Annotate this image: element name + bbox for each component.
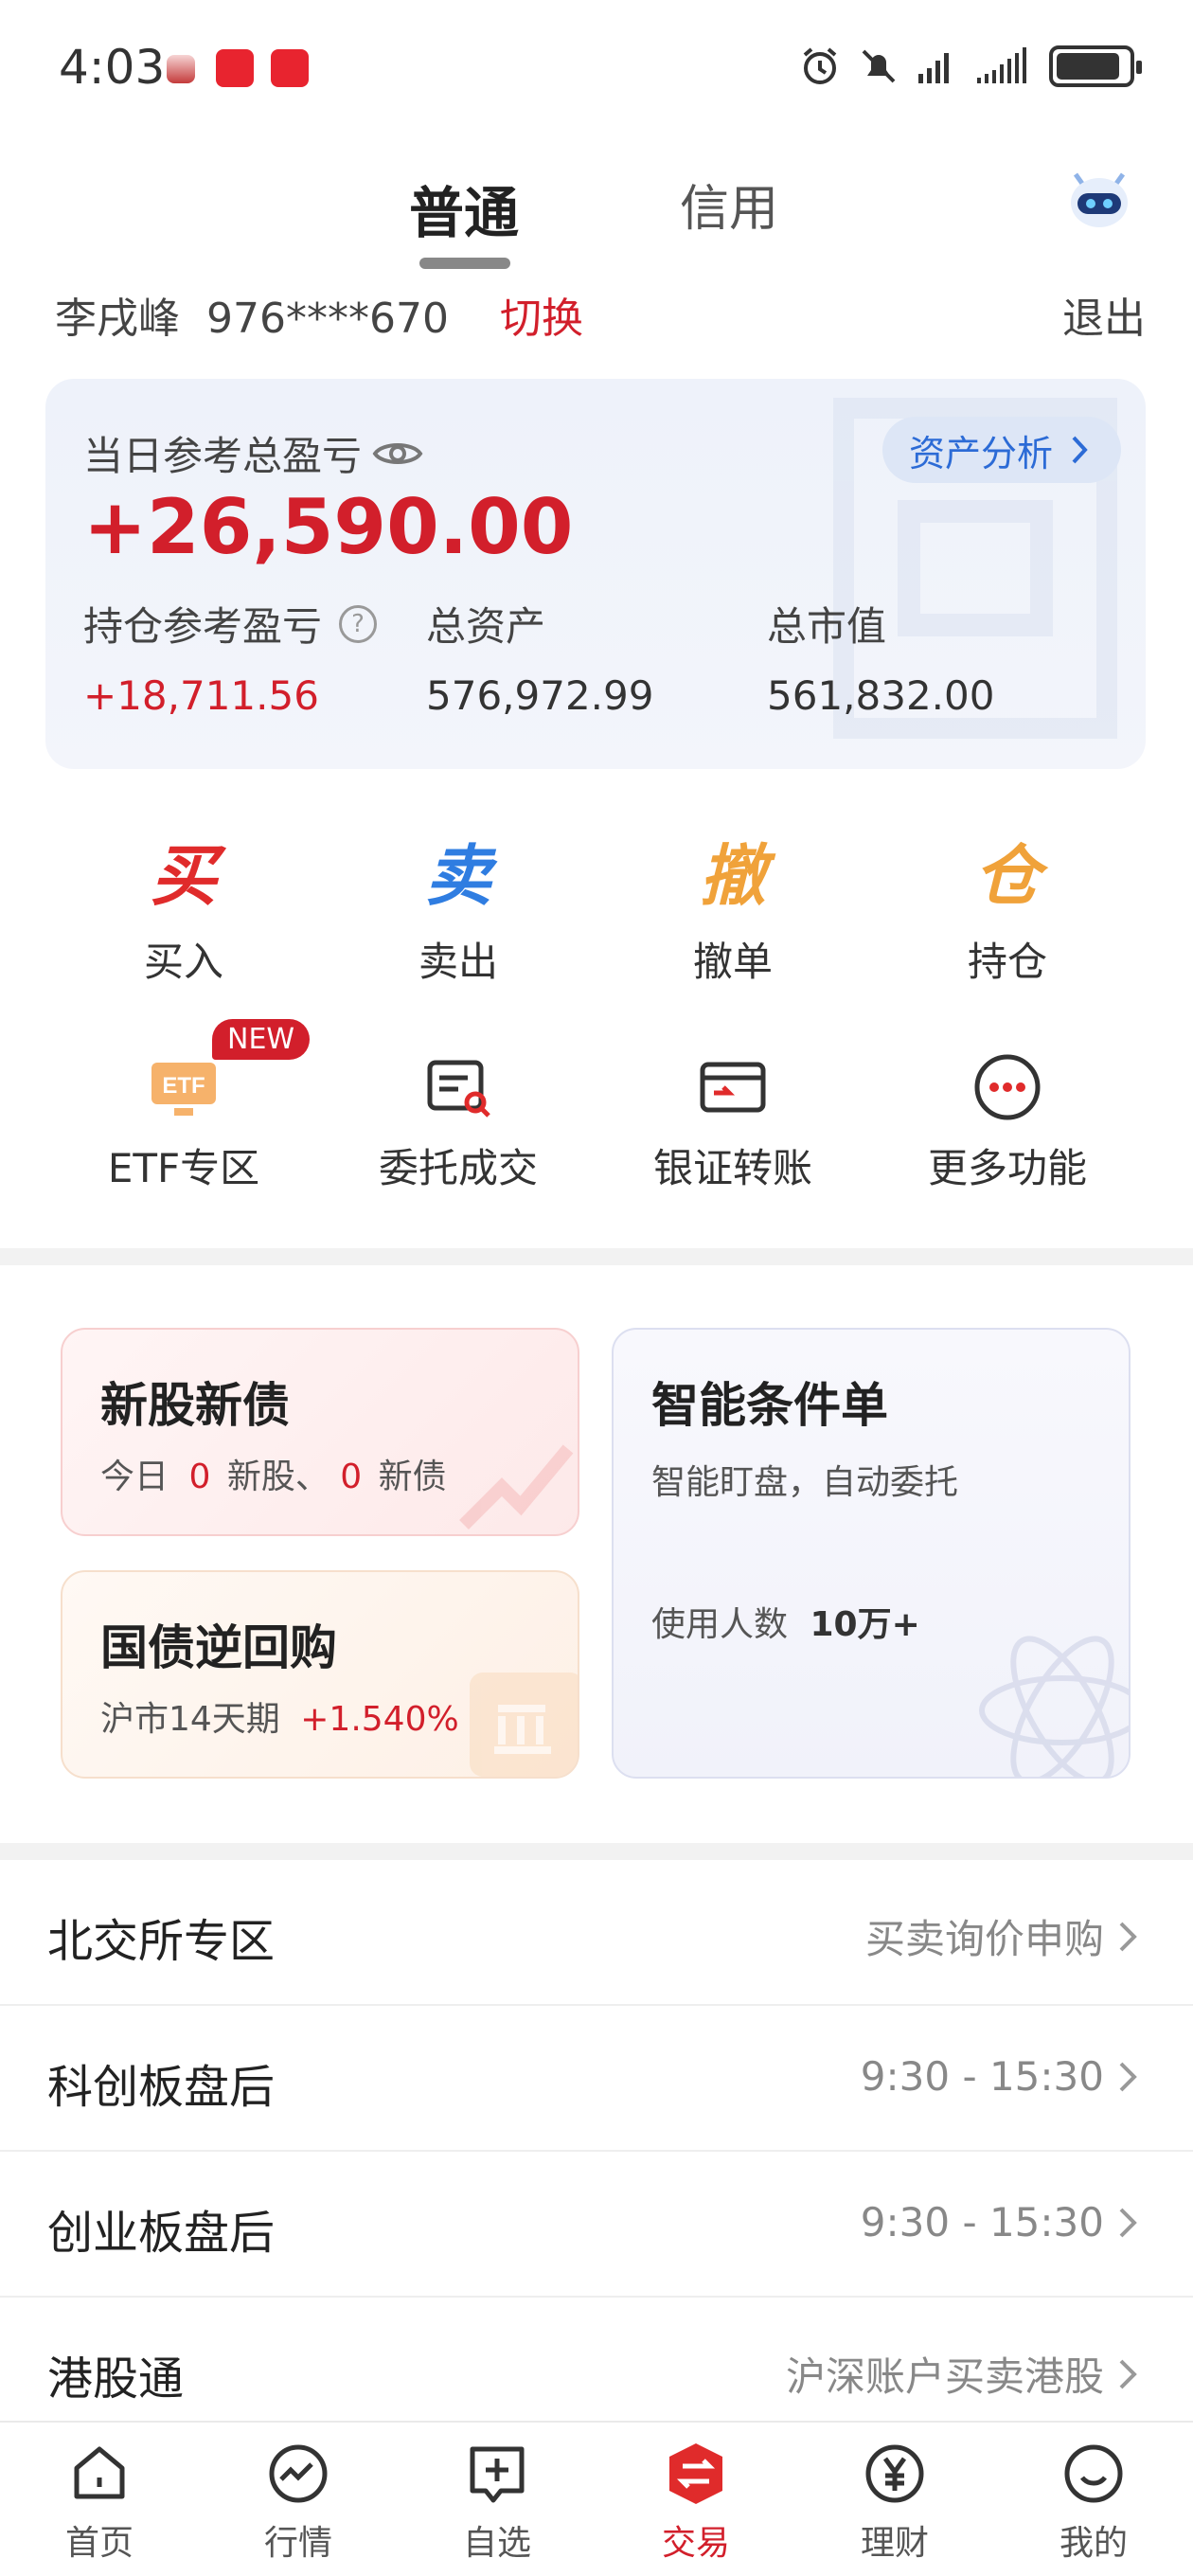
signal-icon-2 [977, 47, 1026, 83]
help-icon[interactable]: ? [339, 604, 378, 643]
xiaohongshu-icon [271, 49, 309, 87]
total-assets-value: 576,972.99 [426, 672, 654, 719]
alarm-icon [803, 47, 837, 84]
nav-market[interactable]: 行情 [199, 2440, 398, 2565]
ipo-card[interactable]: 新股新债 今日 0 新股、 0 新债 [61, 1328, 579, 1536]
chevron-right-icon [1119, 2062, 1137, 2091]
tab-credit[interactable]: 信用 [680, 169, 778, 240]
battery-icon [1049, 45, 1142, 87]
account-info: 李戌峰 976****670 切换 [55, 284, 583, 345]
account-tabs: 普通 信用 [0, 152, 1193, 275]
smart-order-subtitle: 智能盯盘，自动委托 [651, 1463, 959, 1502]
status-time: 4:03 [59, 40, 166, 95]
trend-chart-icon [459, 1444, 574, 1530]
svg-text:ETF: ETF [162, 1073, 205, 1099]
orders-trades-button[interactable]: 委托成交 [316, 1025, 600, 1194]
new-badge: NEW [212, 1019, 311, 1060]
chevron-right-icon [1072, 436, 1088, 464]
list-item-chinext-after-hours[interactable]: 创业板盘后 9:30 - 15:30 [0, 2152, 1193, 2298]
logout-button[interactable]: 退出 [1062, 284, 1146, 345]
more-icon [974, 1054, 1041, 1120]
notification-icon [167, 55, 195, 83]
sell-icon: 卖 [425, 837, 491, 915]
asset-summary-card: 当日参考总盈亏 +26,590.00 资产分析 持仓参考盈亏 ? +18,711… [45, 379, 1146, 769]
nav-me[interactable]: 我的 [994, 2440, 1193, 2565]
status-bar: 4:03 [0, 0, 1193, 133]
daily-pl-label: 当日参考总盈亏 [83, 424, 424, 482]
card-icon [700, 1062, 766, 1113]
cancel-order-button[interactable]: 撤 撤单 [591, 833, 875, 988]
market-value-value: 561,832.00 [767, 672, 995, 719]
robot-assistant-icon[interactable] [1059, 161, 1140, 242]
status-icons [799, 45, 1142, 87]
nav-wealth[interactable]: 理财 [795, 2440, 994, 2565]
section-divider [0, 1843, 1193, 1860]
bank-icon [470, 1673, 578, 1777]
signal-icon [918, 53, 949, 83]
reverse-repo-subtitle: 沪市14天期 +1.540% [100, 1700, 459, 1739]
add-watchlist-icon [470, 2446, 525, 2503]
section-divider [0, 1248, 1193, 1265]
market-icon [269, 2444, 328, 2503]
nav-home[interactable]: 首页 [0, 2440, 199, 2565]
asset-analysis-button[interactable]: 资产分析 [881, 417, 1121, 483]
reverse-repo-card[interactable]: 国债逆回购 沪市14天期 +1.540% [61, 1570, 579, 1779]
tab-normal[interactable]: 普通 [409, 169, 519, 248]
tab-indicator [419, 258, 510, 269]
list-item-bse[interactable]: 北交所专区 买卖询价申购 [0, 1860, 1193, 2006]
bank-transfer-button[interactable]: 银证转账 [591, 1025, 875, 1194]
xiaohongshu-icon [216, 49, 254, 87]
eye-icon[interactable] [371, 435, 424, 473]
nav-trade[interactable]: 交易 [596, 2440, 795, 2565]
market-value-label: 总市值 [767, 603, 887, 650]
cancel-order-icon: 撤 [700, 837, 766, 915]
chevron-right-icon [1119, 1922, 1137, 1951]
smart-order-title: 智能条件单 [651, 1378, 888, 1433]
daily-pl-value: +26,590.00 [83, 483, 574, 571]
ipo-subtitle: 今日 0 新股、 0 新债 [100, 1458, 447, 1496]
total-assets-label: 总资产 [426, 603, 546, 650]
home-icon [74, 2446, 125, 2499]
bottom-navigation: 首页 行情 自选 交易 理财 我的 [0, 2421, 1193, 2576]
switch-account-button[interactable]: 切换 [500, 295, 583, 343]
list-item-star-after-hours[interactable]: 科创板盘后 9:30 - 15:30 [0, 2006, 1193, 2152]
account-name: 李戌峰 [55, 295, 180, 343]
smart-order-users: 使用人数 10万+ [651, 1605, 920, 1644]
order-search-icon [427, 1060, 490, 1118]
smile-icon [1064, 2444, 1123, 2503]
smart-order-card[interactable]: 智能条件单 智能盯盘，自动委托 使用人数 10万+ [612, 1328, 1131, 1779]
trade-icon [669, 2443, 722, 2504]
reverse-repo-title: 国债逆回购 [100, 1620, 337, 1675]
etf-zone-button[interactable]: NEW ETF ETF专区 [42, 1019, 326, 1194]
ipo-title: 新股新债 [100, 1378, 290, 1433]
position-pl-value: +18,711.56 [83, 672, 319, 719]
buy-button[interactable]: 买 买入 [42, 833, 326, 988]
atom-icon [979, 1636, 1129, 1777]
positions-button[interactable]: 仓 持仓 [865, 833, 1149, 988]
chevron-right-icon [1119, 2359, 1137, 2388]
nav-watchlist[interactable]: 自选 [398, 2440, 596, 2565]
position-pl-label: 持仓参考盈亏 ? [83, 595, 378, 653]
buy-icon: 买 [151, 837, 217, 915]
more-functions-button[interactable]: 更多功能 [865, 1025, 1149, 1194]
positions-icon: 仓 [974, 837, 1041, 915]
account-number: 976****670 [206, 295, 449, 343]
mute-bell-icon [862, 49, 896, 83]
etf-icon: ETF [151, 1063, 216, 1116]
sell-button[interactable]: 卖 卖出 [316, 833, 600, 988]
chevron-right-icon [1119, 2208, 1137, 2237]
yuan-icon [865, 2444, 924, 2503]
